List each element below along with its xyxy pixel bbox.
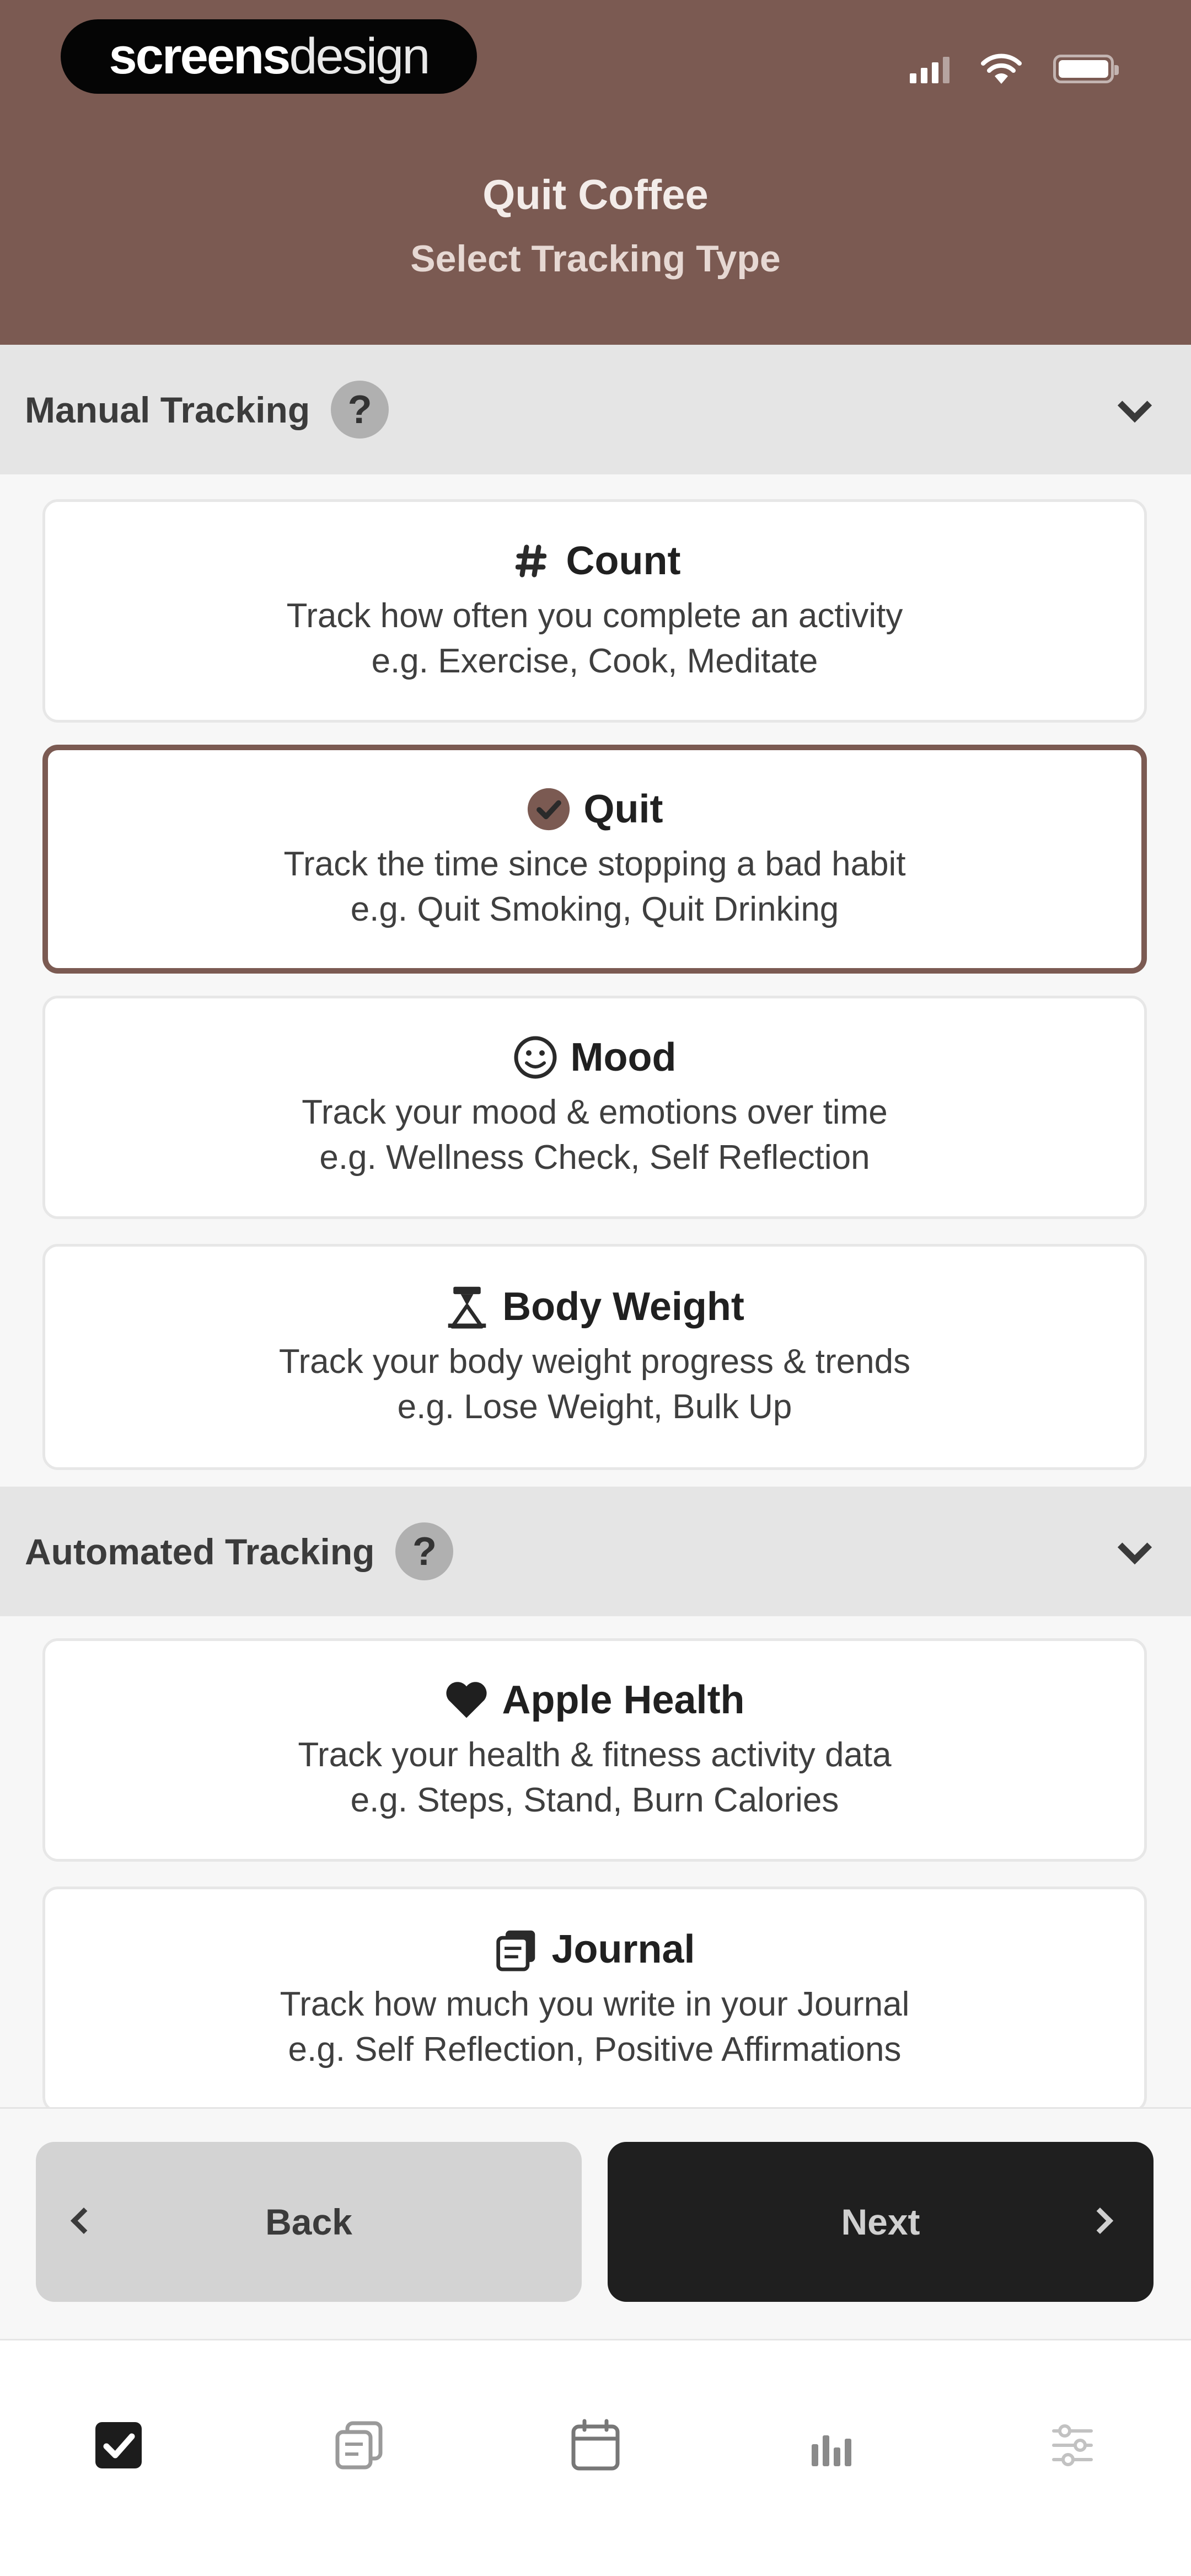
chevron-down-icon[interactable] bbox=[1117, 1530, 1152, 1565]
card-title: Count bbox=[566, 538, 681, 583]
checkmark-circle-icon bbox=[527, 787, 571, 831]
tracking-option-journal[interactable]: Journal Track how much you write in your… bbox=[42, 1886, 1147, 2107]
card-example: e.g. Lose Weight, Bulk Up bbox=[397, 1388, 792, 1426]
tracking-option-mood[interactable]: Mood Track your mood & emotions over tim… bbox=[42, 996, 1147, 1219]
tracking-option-body-weight[interactable]: Body Weight Track your body weight progr… bbox=[42, 1244, 1147, 1470]
card-description: Track your mood & emotions over time bbox=[302, 1093, 888, 1131]
cellular-signal-icon bbox=[910, 55, 949, 83]
screen: screens design Quit Coffee Select Trackin… bbox=[0, 0, 1191, 2576]
journal-icon bbox=[494, 1927, 538, 1971]
tracking-type-list[interactable]: Manual Tracking ? Count Track how often … bbox=[0, 345, 1191, 2107]
card-example: e.g. Quit Smoking, Quit Drinking bbox=[350, 890, 839, 928]
calendar-icon bbox=[571, 2419, 620, 2471]
card-example: e.g. Wellness Check, Self Reflection bbox=[319, 1138, 870, 1177]
checkbox-icon bbox=[95, 2422, 142, 2468]
card-title-row: Journal bbox=[494, 1927, 695, 1972]
heart-icon bbox=[444, 1678, 489, 1722]
back-button[interactable]: Back bbox=[36, 2142, 582, 2302]
card-example: e.g. Exercise, Cook, Meditate bbox=[371, 642, 818, 680]
hash-icon bbox=[509, 539, 553, 583]
help-icon[interactable]: ? bbox=[395, 1522, 454, 1580]
card-title: Journal bbox=[551, 1927, 695, 1971]
card-example: e.g. Steps, Stand, Burn Calories bbox=[350, 1781, 839, 1819]
chevron-left-icon bbox=[70, 2207, 98, 2235]
card-description: Track your body weight progress & trends bbox=[278, 1343, 911, 1381]
section-title-manual: Manual Tracking bbox=[25, 389, 310, 430]
page-title: Quit Coffee bbox=[482, 172, 709, 218]
card-title: Apple Health bbox=[502, 1677, 745, 1722]
back-button-label: Back bbox=[265, 2201, 352, 2242]
tab-journal[interactable] bbox=[328, 2415, 389, 2476]
tab-habits[interactable] bbox=[88, 2415, 149, 2476]
brand-logo-light: design bbox=[289, 28, 430, 84]
journal-icon bbox=[335, 2421, 383, 2470]
page-subtitle: Select Tracking Type bbox=[410, 238, 781, 280]
tracking-option-apple-health[interactable]: Apple Health Track your health & fitness… bbox=[42, 1638, 1147, 1862]
section-header-automated[interactable]: Automated Tracking ? bbox=[0, 1487, 1191, 1616]
section-header-manual[interactable]: Manual Tracking ? bbox=[0, 345, 1191, 474]
card-description: Track the time since stopping a bad habi… bbox=[283, 845, 906, 883]
card-title-row: Mood bbox=[513, 1035, 677, 1080]
section-title-automated: Automated Tracking bbox=[25, 1531, 375, 1572]
chevron-right-icon bbox=[1086, 2207, 1114, 2235]
status-bar bbox=[910, 52, 1119, 85]
card-description: Track your health & fitness activity dat… bbox=[298, 1735, 892, 1774]
card-title: Body Weight bbox=[502, 1285, 744, 1329]
card-title: Quit bbox=[583, 787, 663, 831]
tab-settings[interactable] bbox=[1042, 2415, 1103, 2476]
next-button-label: Next bbox=[841, 2201, 920, 2242]
header: screens design Quit Coffee Select Trackin… bbox=[0, 0, 1191, 345]
tab-bar bbox=[0, 2339, 1191, 2576]
card-description: Track how often you complete an activity bbox=[286, 596, 903, 635]
card-description: Track how much you write in your Journal bbox=[280, 1985, 910, 2023]
brand-logo-strong: screens bbox=[109, 28, 291, 84]
card-title-row: Body Weight bbox=[445, 1284, 744, 1329]
tab-calendar[interactable] bbox=[565, 2415, 626, 2476]
tab-stats[interactable] bbox=[802, 2415, 863, 2476]
settings-icon bbox=[1052, 2424, 1093, 2466]
card-title-row: Apple Health bbox=[444, 1677, 745, 1723]
smiley-icon bbox=[513, 1035, 557, 1079]
chevron-down-icon[interactable] bbox=[1117, 388, 1152, 423]
stats-icon bbox=[812, 2435, 851, 2466]
card-title: Mood bbox=[570, 1035, 677, 1079]
card-title-row: Count bbox=[509, 538, 681, 584]
brand-logo: screens design bbox=[61, 19, 477, 94]
wifi-icon bbox=[981, 54, 1022, 84]
card-example: e.g. Self Reflection, Positive Affirmati… bbox=[288, 2030, 902, 2069]
next-button[interactable]: Next bbox=[608, 2142, 1154, 2302]
scale-icon bbox=[445, 1285, 489, 1329]
footer-actions: Back Next bbox=[0, 2107, 1191, 2339]
help-icon[interactable]: ? bbox=[331, 381, 389, 439]
tracking-option-count[interactable]: Count Track how often you complete an ac… bbox=[42, 499, 1147, 723]
battery-icon bbox=[1053, 55, 1119, 83]
card-title-row: Quit bbox=[527, 787, 663, 832]
tracking-option-quit[interactable]: Quit Track the time since stopping a bad… bbox=[42, 745, 1147, 974]
